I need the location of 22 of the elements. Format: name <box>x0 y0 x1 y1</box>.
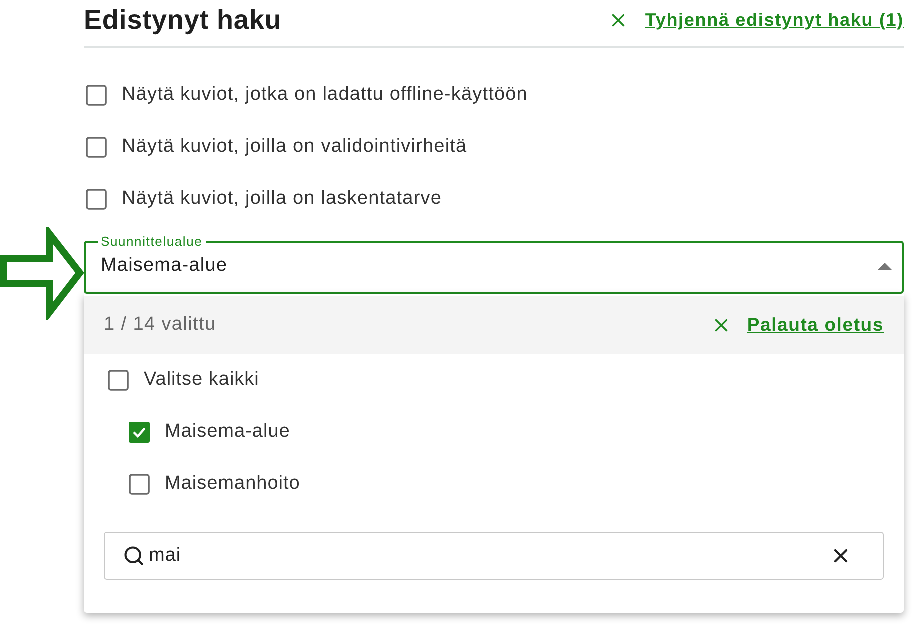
clear-search-link[interactable]: Tyhjennä edistynyt haku (1) <box>645 8 904 32</box>
selection-count: 1 / 14 valittu <box>104 312 216 337</box>
checkbox[interactable] <box>86 188 107 210</box>
search-icon <box>123 545 145 567</box>
checkbox-checked[interactable] <box>129 422 150 442</box>
option-label[interactable]: Maisemanhoito <box>165 470 300 498</box>
checkbox-label: Näytä kuviot, joilla on validointivirheitä <box>122 134 468 159</box>
reset-default-link[interactable]: Palauta oletus <box>747 311 884 339</box>
checkbox[interactable] <box>86 84 107 106</box>
select-field[interactable]: Suunnittelualue Maisema-alue <box>84 234 904 294</box>
checkbox-label: Näytä kuviot, jotka on ladattu offline-käyttöön <box>122 82 528 107</box>
select-value: Maisema-alue <box>101 254 228 278</box>
field-label: Suunnittelualue <box>100 234 204 249</box>
checkbox[interactable] <box>108 370 129 390</box>
option-label[interactable]: Valitse kaikki <box>144 366 260 394</box>
checkbox[interactable] <box>86 136 107 158</box>
section-title: Edistynyt haku <box>84 4 282 37</box>
checkbox-label: Näytä kuviot, joilla on laskentatarve <box>122 186 442 211</box>
caret-up-icon <box>878 263 892 270</box>
search-field[interactable]: mai <box>104 532 884 580</box>
option-label[interactable]: Maisema-alue <box>165 418 290 446</box>
checkbox[interactable] <box>129 474 150 494</box>
